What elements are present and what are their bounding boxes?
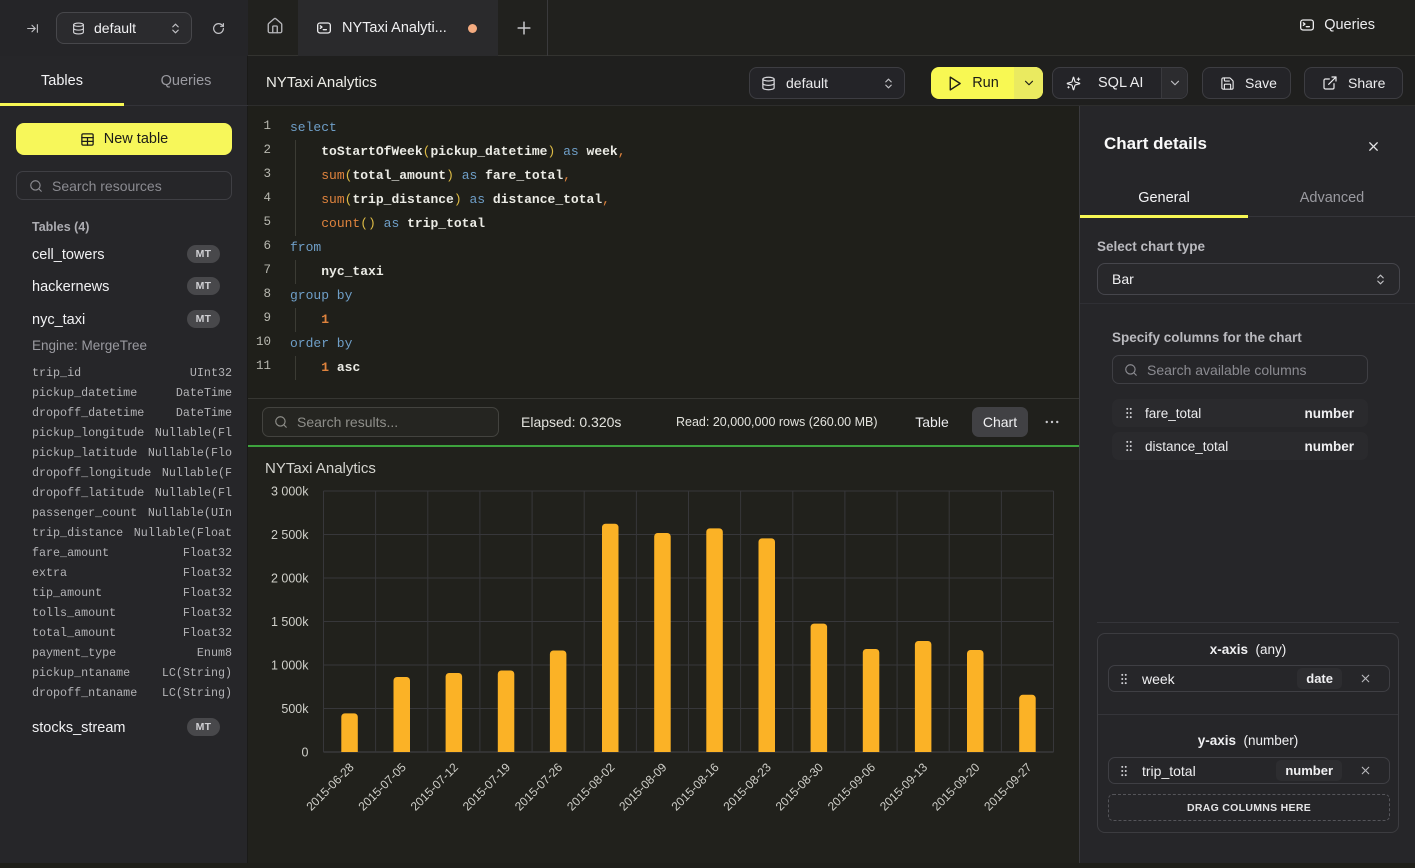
- svg-text:2015-09-13: 2015-09-13: [877, 760, 931, 814]
- svg-text:2015-08-02: 2015-08-02: [564, 760, 618, 814]
- svg-text:2015-07-26: 2015-07-26: [512, 760, 566, 814]
- svg-text:2015-07-12: 2015-07-12: [408, 760, 462, 814]
- svg-text:0: 0: [302, 746, 309, 760]
- svg-text:2015-06-28: 2015-06-28: [303, 760, 357, 814]
- svg-text:500k: 500k: [281, 702, 309, 716]
- svg-text:2015-08-09: 2015-08-09: [616, 760, 670, 814]
- svg-text:NYTaxi Analytics: NYTaxi Analytics: [265, 460, 376, 477]
- svg-text:2015-08-16: 2015-08-16: [668, 760, 722, 814]
- svg-text:2015-07-19: 2015-07-19: [460, 760, 514, 814]
- svg-text:2015-08-30: 2015-08-30: [773, 760, 827, 814]
- svg-text:2015-09-06: 2015-09-06: [825, 760, 879, 814]
- svg-text:2 500k: 2 500k: [271, 528, 309, 542]
- svg-text:2015-09-20: 2015-09-20: [929, 760, 983, 814]
- svg-text:1 500k: 1 500k: [271, 615, 309, 629]
- svg-text:3 000k: 3 000k: [271, 485, 309, 499]
- svg-text:1 000k: 1 000k: [271, 659, 309, 673]
- svg-text:2015-09-27: 2015-09-27: [981, 760, 1035, 814]
- svg-text:2015-07-05: 2015-07-05: [356, 760, 410, 814]
- svg-text:2015-08-23: 2015-08-23: [721, 760, 775, 814]
- svg-text:2 000k: 2 000k: [271, 572, 309, 586]
